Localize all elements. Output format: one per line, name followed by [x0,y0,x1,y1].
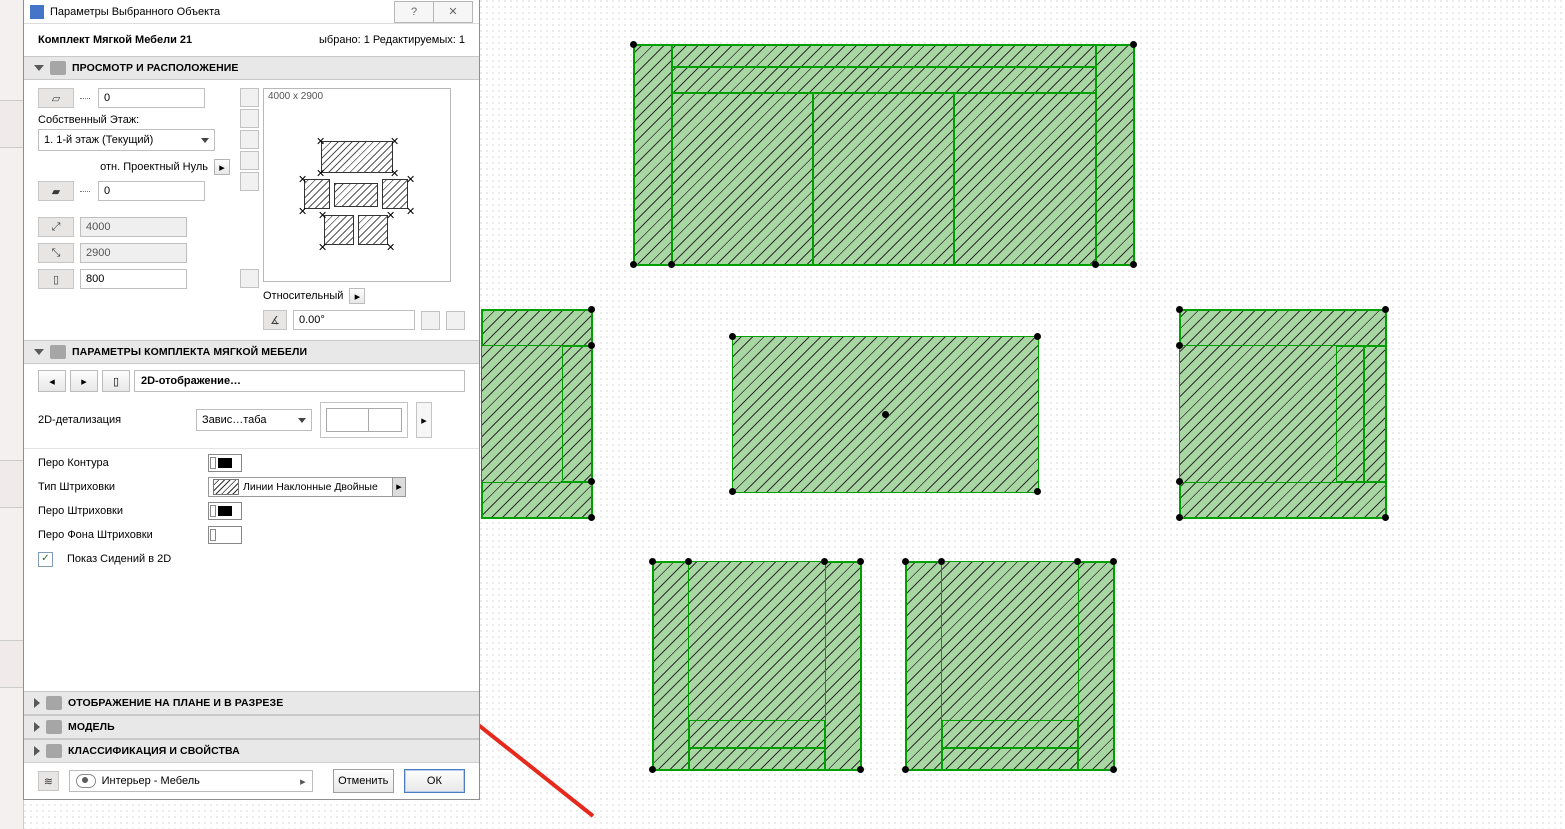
elevation-top-field[interactable]: 0 [98,88,205,108]
hatch-type-select[interactable]: Линии Наклонные Двойные ▸ [208,477,406,497]
app-icon [30,5,44,19]
section-class-header[interactable]: КЛАССИФИКАЦИЯ И СВОЙСТВА [24,739,479,763]
preview-dimensions: 4000 x 2900 [268,91,323,102]
selection-status: ыбрано: 1 Редактируемых: 1 [319,34,465,46]
detail-label: 2D-детализация [38,414,188,426]
side-tab[interactable] [0,100,23,148]
elevation-base-field[interactable]: 0 [98,181,205,201]
own-floor-select[interactable]: 1. 1-й этаж (Текущий) [38,129,215,151]
mirror-y-button[interactable] [446,311,465,330]
chevron-right-icon [34,722,40,732]
angle-icon: ∡ [263,310,287,330]
section-params-header[interactable]: ПАРАМЕТРЫ КОМПЛЕКТА МЯГКОЙ МЕБЕЛИ [24,340,479,364]
dim-x-field[interactable]: 4000 [80,217,187,237]
detail-preview [320,402,408,438]
section-label: МОДЕЛЬ [68,721,115,733]
layer-icon: ≋ [38,771,59,791]
side-tab[interactable] [0,640,23,688]
section-icon [46,744,62,758]
elevation-top-icon: ▱ [38,88,74,108]
ref-flyout-icon[interactable]: ▸ [214,159,230,175]
preview-mode-btn[interactable] [240,151,259,170]
preview-mode-btn[interactable] [240,88,259,107]
object-name: Комплект Мягкой Мебели 21 [38,34,192,46]
title-bar[interactable]: Параметры Выбранного Объекта ? ✕ [24,0,479,24]
elevation-base-icon: ▰ [38,181,74,201]
chair-left-object[interactable] [481,309,593,519]
ok-button[interactable]: ОК [404,769,465,793]
height-field[interactable]: 800 [80,269,187,289]
help-button[interactable]: ? [394,1,434,23]
chevron-down-icon [34,349,44,355]
section-icon [46,720,62,734]
window-title: Параметры Выбранного Объекта [50,6,220,18]
height-icon: ▯ [38,269,74,289]
detail-select[interactable]: Завис…таба [196,409,312,431]
chevron-right-icon [34,698,40,708]
chevron-down-icon [34,65,44,71]
nav-back-button[interactable]: ◂ [38,370,66,392]
reference-label: отн. Проектный Нуль [100,161,208,173]
chair-bottom-1-object[interactable] [652,561,862,771]
own-floor-label: Собственный Этаж: [38,114,230,126]
preview-mode-btn[interactable] [240,109,259,128]
preview-mode-btn[interactable] [240,172,259,191]
param-label: Перо Контура [38,457,198,469]
section-icon [50,61,66,75]
side-tab[interactable] [0,460,23,508]
preview-mode-btn[interactable] [240,130,259,149]
section-icon [50,345,66,359]
param-label: Тип Штриховки [38,481,198,493]
chair-right-object[interactable] [1179,309,1387,519]
chevron-right-icon [34,746,40,756]
hatch-icon [213,479,239,495]
section-label: КЛАССИФИКАЦИЯ И СВОЙСТВА [68,745,240,757]
object-settings-dialog: Параметры Выбранного Объекта ? ✕ Комплек… [23,0,480,800]
detail-next-button[interactable]: ▸ [416,402,432,438]
page-path[interactable]: 2D-отображение… [134,370,465,392]
eye-icon [76,774,96,788]
param-label: Показ Сидений в 2D [67,553,171,565]
layer-select[interactable]: Интерьер - Мебель ▸ [69,770,313,792]
hatch-pen-picker[interactable] [208,502,242,520]
orientation-flyout[interactable]: ▸ [349,288,365,304]
section-plan-header[interactable]: ОТОБРАЖЕНИЕ НА ПЛАНЕ И В РАЗРЕЗЕ [24,691,479,715]
section-label: ОТОБРАЖЕНИЕ НА ПЛАНЕ И В РАЗРЕЗЕ [68,697,283,709]
object-preview: 4000 x 2900 ✕✕ ✕✕ ✕✕ ✕✕ ✕✕ ✕✕ [263,88,451,282]
dim-y-icon: ⤡ [38,243,74,263]
nav-forward-button[interactable]: ▸ [70,370,98,392]
dim-x-icon: ⤢ [38,217,74,237]
angle-field[interactable]: 0.00° [293,310,415,330]
section-preview-header[interactable]: ПРОСМОТР И РАСПОЛОЖЕНИЕ [24,56,479,80]
contour-pen-picker[interactable] [208,454,242,472]
param-label: Перо Штриховки [38,505,198,517]
sofa-object[interactable] [633,44,1135,266]
section-model-header[interactable]: МОДЕЛЬ [24,715,479,739]
close-button[interactable]: ✕ [433,1,473,23]
section-label: ПАРАМЕТРЫ КОМПЛЕКТА МЯГКОЙ МЕБЕЛИ [72,346,307,358]
chair-bottom-2-object[interactable] [905,561,1115,771]
hatch-bg-pen-picker[interactable] [208,526,242,544]
mirror-x-button[interactable] [421,311,440,330]
section-icon [46,696,62,710]
nav-page-icon[interactable]: ▯ [102,370,130,392]
section-label: ПРОСМОТР И РАСПОЛОЖЕНИЕ [72,62,239,74]
param-label: Перо Фона Штриховки [38,529,198,541]
dim-y-field[interactable]: 2900 [80,243,187,263]
orientation-label: Относительный [263,290,343,302]
cancel-button[interactable]: Отменить [333,769,394,793]
preview-mode-btn[interactable] [240,269,259,288]
show-seats-checkbox[interactable] [38,552,53,567]
side-rail [0,0,24,829]
